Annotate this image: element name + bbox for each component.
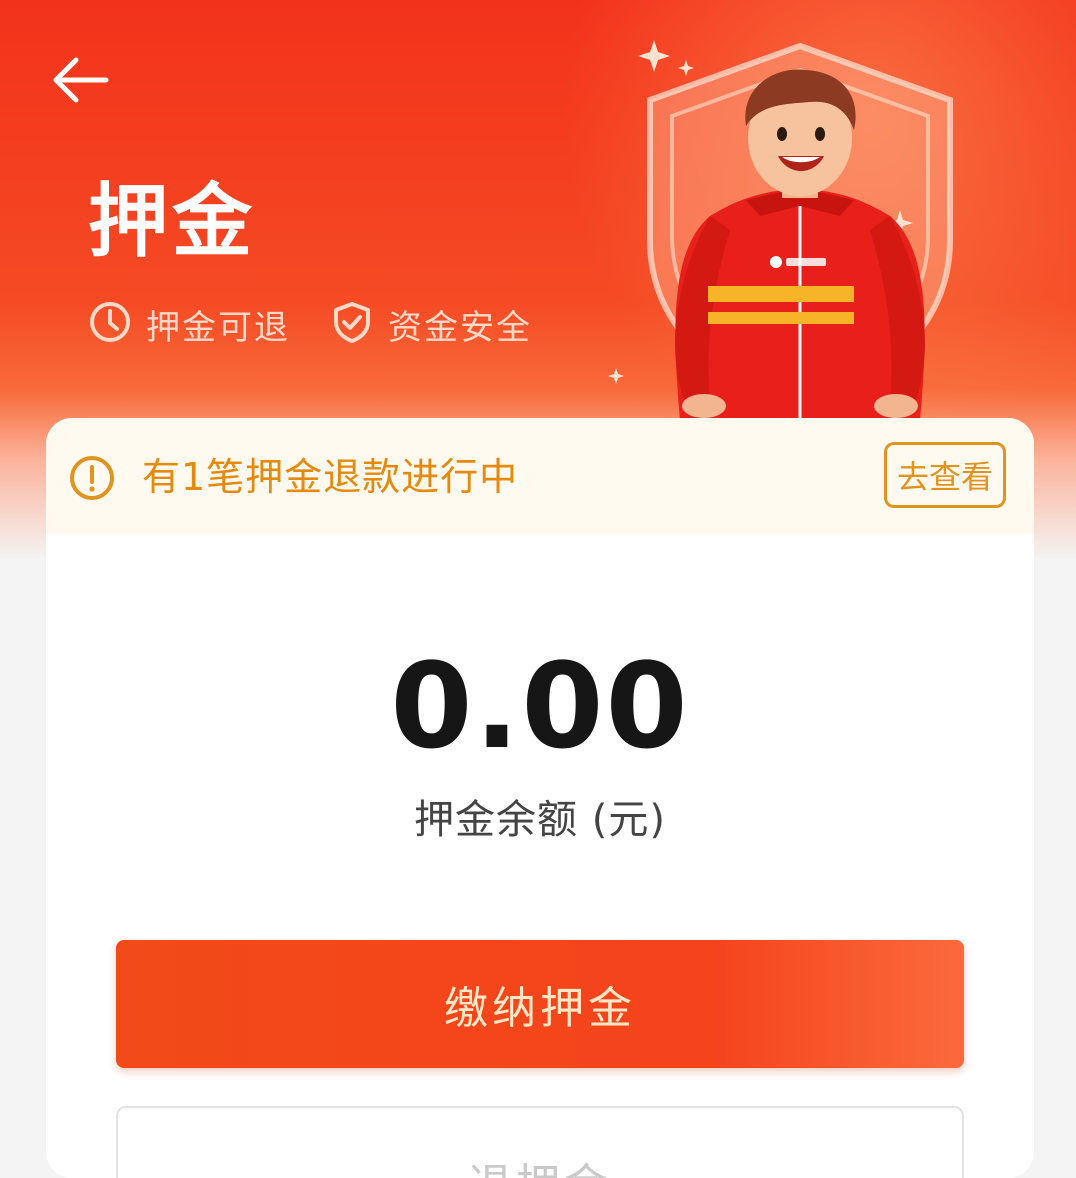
feature-fund-safety: 资金安全 [330,300,532,348]
exclamation-circle-icon [68,454,116,502]
shield-check-icon [330,300,374,348]
page-title: 押金 [88,175,256,268]
deposit-balance-label: 押金余额 (元) [414,797,666,843]
refund-notice-bar: 有1笔押金退款进行中 去查看 [46,418,1034,534]
refund-notice-text: 有1笔押金退款进行中 [142,455,519,499]
refund-deposit-button[interactable]: 退押金 [116,1106,964,1178]
pay-deposit-button[interactable]: 缴纳押金 [116,940,964,1068]
deposit-card: 有1笔押金退款进行中 去查看 0.00 押金余额 (元) 缴纳押金 退押金 [46,418,1034,1178]
feature-refundable-label: 押金可退 [146,307,290,348]
back-arrow-icon[interactable] [44,44,116,116]
feature-fund-safety-label: 资金安全 [388,307,532,348]
feature-refundable: 押金可退 [88,300,290,348]
view-refund-button[interactable]: 去查看 [884,442,1006,508]
clock-icon [88,300,132,348]
courier-mascot-illustration [600,30,1000,420]
deposit-balance-amount: 0.00 [390,637,690,775]
